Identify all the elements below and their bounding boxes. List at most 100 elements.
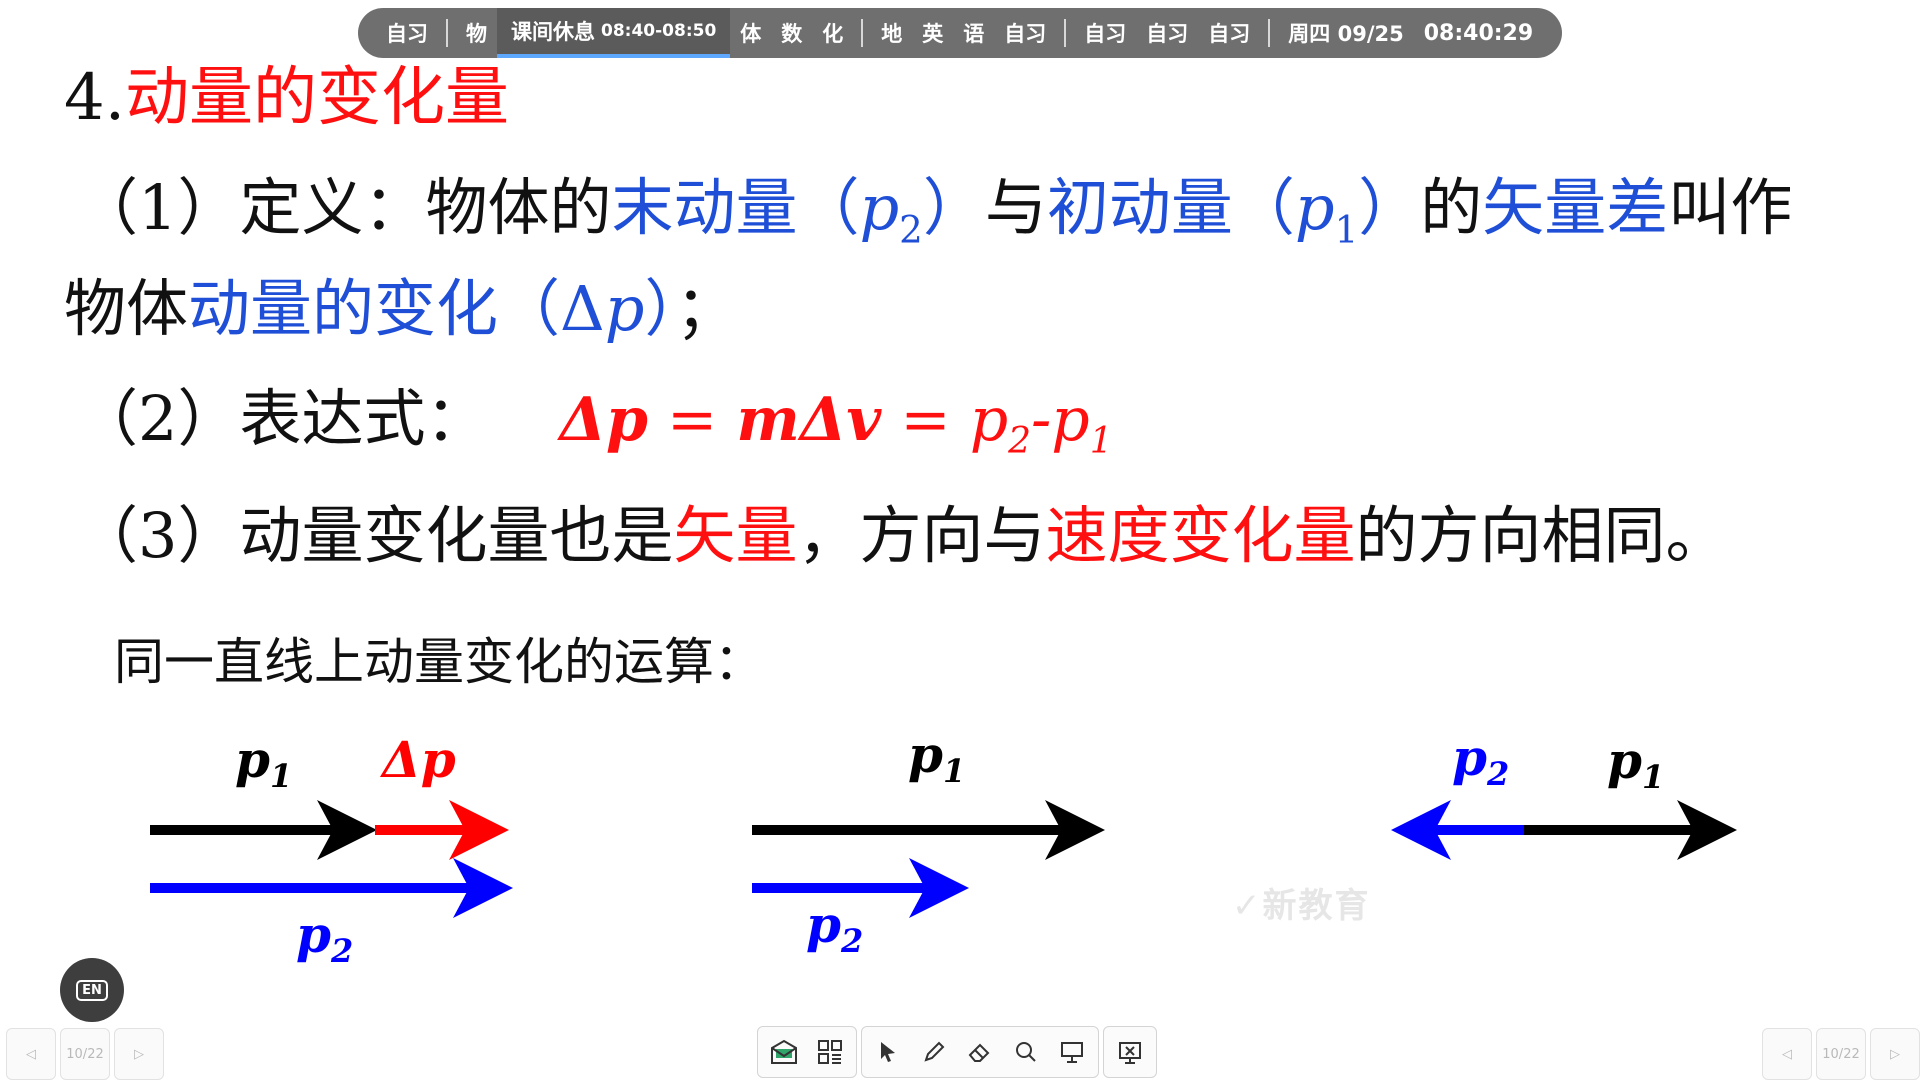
pointer-icon[interactable] <box>868 1032 908 1072</box>
def2-p-symbol: p <box>604 272 645 345</box>
chevron-right-icon: ▷ <box>134 1046 144 1062</box>
def-vector-difference: 矢量差 <box>1482 171 1669 244</box>
property-line: （3）动量变化量也是矢量，方向与速度变化量的方向相同。 <box>76 485 1728 575</box>
vector-diagrams: p1 Δp p2 p1 p2 p2 p1 <box>150 730 1737 970</box>
prop-suffix: 的方向相同。 <box>1355 499 1728 572</box>
def-prefix: （1）定义：物体的 <box>76 171 612 244</box>
watermark-logo: ✓新教育 <box>1232 878 1371 927</box>
en-icon: EN <box>76 979 108 1001</box>
toolbar-group-apps <box>757 1026 857 1078</box>
presentation-toolbar <box>757 1026 1157 1078</box>
current-period-time: 08:40-08:50 <box>601 21 717 41</box>
def-p1-symbol: p <box>1294 171 1335 244</box>
schedule-divider <box>1268 19 1271 47</box>
def-close-paren: ） <box>922 171 985 244</box>
schedule-item[interactable]: 英 <box>912 18 953 48</box>
formula-equals-p: = p <box>881 385 1009 455</box>
schedule-clock: 08:40:29 <box>1423 20 1534 46</box>
next-page-button[interactable]: ▷ <box>1870 1028 1920 1080</box>
slide-heading: 4.动量的变化量 <box>64 46 509 138</box>
label-p1: p1 <box>235 730 292 795</box>
formula-minus-p: -p <box>1031 385 1090 455</box>
toolbar-group-tools <box>861 1026 1099 1078</box>
definition-line-1: （1）定义：物体的末动量（p2）与初动量（p1）的矢量差叫作 <box>76 157 1792 251</box>
def-p2-subscript: 2 <box>899 207 923 252</box>
watermark-text: 新教育 <box>1262 886 1371 926</box>
schedule-current-period[interactable]: 课间休息 08:40-08:50 <box>497 8 731 58</box>
def-suffix: 叫作 <box>1668 171 1793 244</box>
page-navigator-left: ◁ 10/22 ▷ <box>6 1028 164 1080</box>
label-p1: p1 <box>1607 731 1664 796</box>
def2-prefix: 物体 <box>64 272 189 345</box>
diagram-3: p2 p1 <box>1391 730 1737 860</box>
label-p2: p2 <box>806 895 863 960</box>
schedule-item[interactable]: 化 <box>812 18 853 48</box>
def-connector: 的 <box>1420 171 1483 244</box>
label-delta-p: Δp <box>379 730 456 789</box>
page-indicator[interactable]: 10/22 <box>1816 1028 1866 1080</box>
formula-delta-p: Δp <box>559 385 648 455</box>
prev-page-button[interactable]: ◁ <box>1762 1028 1812 1080</box>
subheading: 同一直线上动量变化的运算： <box>114 633 764 691</box>
schedule-item[interactable]: 自习 <box>1198 18 1260 48</box>
search-icon[interactable] <box>1006 1032 1046 1072</box>
schedule-item[interactable]: 自习 <box>1136 18 1198 48</box>
language-toggle-button[interactable]: EN <box>60 958 124 1022</box>
definition-line-2: 物体动量的变化（Δp）； <box>64 258 738 348</box>
schedule-bar: 自习 物 课间休息 08:40-08:50 体 数 化 地 英 语 自习 自习 … <box>358 8 1562 58</box>
chevron-left-icon: ◁ <box>26 1046 36 1062</box>
schedule-item[interactable]: 自习 <box>994 18 1056 48</box>
current-period-label: 课间休息 <box>511 20 595 44</box>
whiteboard-icon[interactable] <box>764 1032 804 1072</box>
page-indicator[interactable]: 10/22 <box>60 1028 110 1080</box>
schedule-date: 周四 09/25 <box>1288 22 1404 46</box>
prop-prefix: （3）动量变化量也是 <box>76 499 674 572</box>
schedule-divider <box>861 19 864 47</box>
def-final-momentum: 末动量（ <box>611 171 860 244</box>
heading-number: 4. <box>64 61 126 135</box>
schedule-divider <box>1064 19 1067 47</box>
screen-icon[interactable] <box>1052 1032 1092 1072</box>
formula-sub-1: 1 <box>1089 421 1113 462</box>
expression-line: （2）表达式： Δp = mΔv = p2-p1 <box>76 368 1113 462</box>
def-p2-symbol: p <box>859 171 900 244</box>
close-presentation-icon[interactable] <box>1110 1032 1150 1072</box>
prev-page-button[interactable]: ◁ <box>6 1028 56 1080</box>
def2-close-paren: ） <box>644 272 676 345</box>
schedule-item[interactable]: 自习 <box>1074 18 1136 48</box>
schedule-item[interactable]: 物 <box>456 18 497 48</box>
prop-velocity-change: 速度变化量 <box>1045 499 1356 572</box>
schedule-item[interactable]: 地 <box>871 18 912 48</box>
chevron-left-icon: ◁ <box>1782 1046 1792 1062</box>
label-p2: p2 <box>296 905 353 970</box>
diagram-1: p1 Δp p2 <box>150 730 513 970</box>
schedule-item[interactable]: 语 <box>953 18 994 48</box>
def-initial-momentum: 初动量（ <box>1046 171 1295 244</box>
schedule-item[interactable]: 体 <box>730 18 771 48</box>
diagram-2: p1 p2 <box>752 730 1105 960</box>
heading-title: 动量的变化量 <box>125 61 510 135</box>
label-p1: p1 <box>908 730 965 790</box>
apps-grid-icon[interactable] <box>810 1032 850 1072</box>
page-navigator-right: ◁ 10/22 ▷ <box>1762 1028 1920 1080</box>
def2-momentum-change: 动量的变化（Δ <box>188 272 605 345</box>
schedule-divider <box>446 19 448 47</box>
pen-icon[interactable] <box>914 1032 954 1072</box>
def2-end: ； <box>675 272 738 345</box>
schedule-item[interactable]: 自习 <box>376 18 438 48</box>
schedule-item[interactable]: 数 <box>771 18 812 48</box>
watermark-check-icon: ✓ <box>1232 886 1263 926</box>
next-page-button[interactable]: ▷ <box>114 1028 164 1080</box>
expr-formula: Δp = mΔv = p2-p1 <box>559 385 1112 462</box>
expr-prefix: （2）表达式： <box>76 382 488 455</box>
formula-m-delta-v: mΔv <box>736 385 882 455</box>
formula-sub-2: 2 <box>1008 421 1032 462</box>
def-connector: 与 <box>984 171 1047 244</box>
prop-vector: 矢量 <box>673 499 798 572</box>
toolbar-group-exit <box>1103 1026 1157 1078</box>
def-p1-subscript: 1 <box>1334 207 1359 252</box>
eraser-icon[interactable] <box>960 1032 1000 1072</box>
chevron-right-icon: ▷ <box>1890 1046 1900 1062</box>
def-close-paren: ） <box>1358 171 1421 244</box>
prop-middle: ，方向与 <box>797 499 1046 572</box>
